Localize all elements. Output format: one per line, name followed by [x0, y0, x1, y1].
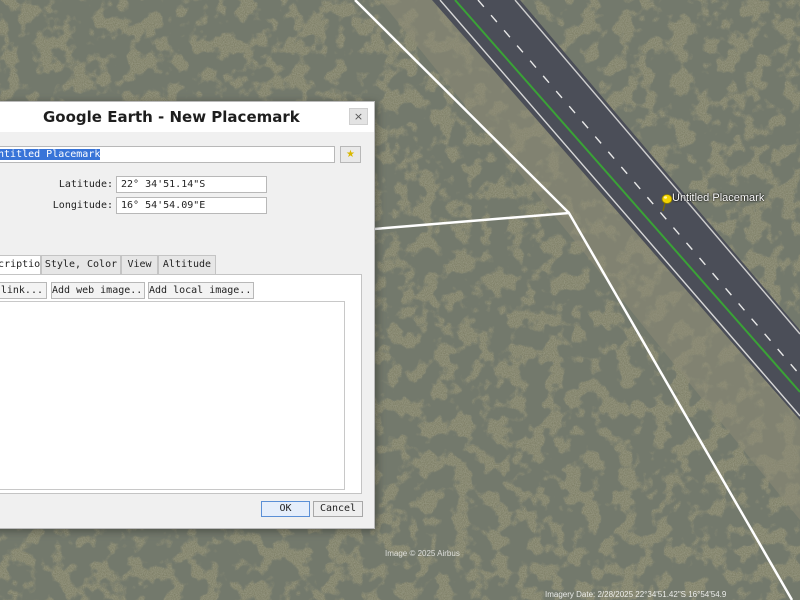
tab-view[interactable]: View — [121, 255, 158, 274]
add-local-image-button[interactable]: Add local image... — [148, 282, 254, 299]
imagery-attribution: Image © 2025 Airbus — [385, 549, 460, 558]
name-field-value: Untitled Placemark — [0, 149, 101, 160]
placemark-label[interactable]: Untitled Placemark — [672, 192, 764, 204]
add-link-button[interactable]: Add link... — [0, 282, 47, 299]
close-icon[interactable]: × — [349, 108, 368, 125]
star-icon[interactable]: ★ — [340, 146, 361, 163]
new-placemark-dialog: Google Earth - New Placemark × Untitled … — [0, 101, 375, 529]
add-web-image-button[interactable]: Add web image... — [51, 282, 145, 299]
latitude-field[interactable]: 22° 34'51.14"S — [116, 176, 267, 193]
tab-style-color[interactable]: Style, Color — [41, 255, 121, 274]
longitude-label: Longitude: — [52, 200, 113, 211]
description-panel: Add link... Add web image... Add local i… — [0, 274, 362, 494]
tab-description[interactable]: Description — [0, 255, 41, 275]
latitude-label: Latitude: — [58, 179, 113, 190]
description-textarea[interactable] — [0, 301, 345, 490]
dialog-title: Google Earth - New Placemark — [43, 108, 300, 126]
name-field[interactable]: Untitled Placemark — [0, 146, 335, 163]
tab-altitude[interactable]: Altitude — [158, 255, 216, 274]
status-bar: Imagery Date: 2/28/2025 22°34'51.42"S 16… — [545, 590, 727, 599]
dialog-titlebar[interactable]: Google Earth - New Placemark × — [0, 102, 374, 132]
google-earth-window: Untitled Placemark Image © 2025 Airbus I… — [0, 0, 800, 600]
cancel-button[interactable]: Cancel — [313, 501, 363, 517]
ok-button[interactable]: OK — [261, 501, 310, 517]
longitude-field[interactable]: 16° 54'54.09"E — [116, 197, 267, 214]
